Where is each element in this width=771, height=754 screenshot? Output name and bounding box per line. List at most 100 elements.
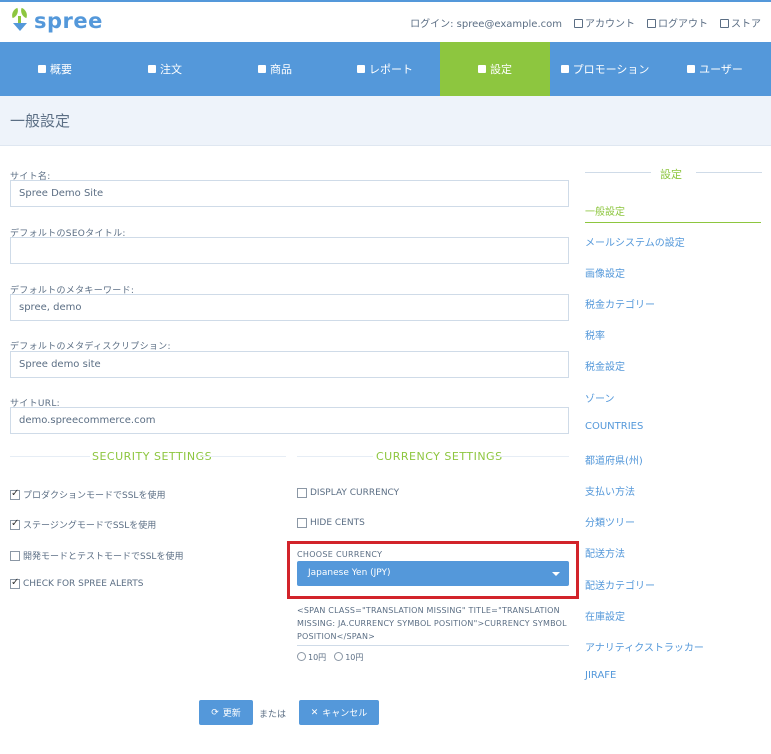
sidebar-item-tax-categories[interactable]: 税金カテゴリー [585,296,655,311]
ssl-staging-checkbox[interactable]: ステージングモードでSSLを使用 [10,518,156,531]
currency-select[interactable]: Japanese Yen (JPY) [297,561,569,586]
sidebar-item-zones[interactable]: ゾーン [585,390,615,405]
nav-orders[interactable]: 注文 [110,42,220,96]
page-header: 一般設定 [0,96,771,146]
meta-keywords-input[interactable] [10,294,569,321]
bullhorn-icon [560,65,569,73]
ssl-production-checkbox[interactable]: プロダクションモードでSSLを使用 [10,488,165,501]
user-icon [687,65,696,73]
refresh-icon: ⟳ [211,707,219,718]
nav-overview-label: 概要 [50,63,72,76]
sidebar-item-general-settings[interactable]: 一般設定 [585,203,625,218]
report-icon [357,65,365,73]
checkbox-checked-icon [10,488,20,500]
ssl-dev-test-label: 開発モードとテストモードでSSLを使用 [23,552,184,562]
nav-products[interactable]: 商品 [220,42,330,96]
sidebar-item-mail-methods[interactable]: メールシステムの設定 [585,234,685,249]
close-icon: ✕ [310,707,319,718]
logout-icon [647,19,656,28]
ssl-staging-label: ステージングモードでSSLを使用 [23,521,157,531]
sidebar-item-stock-settings[interactable]: 在庫設定 [585,608,625,623]
checkbox-unchecked-icon [10,550,20,561]
currency-symbol-position-label: <SPAN CLASS="TRANSLATION MISSING" TITLE=… [297,606,567,641]
sidebar-item-shipping-categories[interactable]: 配送カテゴリー [585,577,655,592]
chevron-down-icon [552,572,560,576]
radio-icon [297,652,306,661]
ssl-dev-test-checkbox[interactable]: 開発モードとテストモードでSSLを使用 [10,549,183,562]
sidebar-item-analytics-trackers[interactable]: アナリティクストラッカー [585,639,704,654]
security-divider-right [202,456,286,457]
nav-configuration-label: 設定 [490,63,512,76]
spree-alerts-checkbox[interactable]: CHECK FOR SPREE ALERTS [10,577,143,589]
site-name-input[interactable] [10,180,569,207]
dashboard-icon [38,65,46,73]
update-label: 更新 [222,709,241,719]
sidebar-item-states[interactable]: 都道府県(州) [585,452,643,467]
position-before-label: 10円 [308,653,327,662]
nav-users[interactable]: ユーザー [660,42,770,96]
page-title: 一般設定 [10,112,71,130]
wrench-icon [478,65,486,73]
security-settings-heading: SECURITY SETTINGS [92,450,213,463]
external-link-icon [720,19,729,28]
logout-label: ログアウト [658,19,708,30]
position-before-radio[interactable]: 10円 [297,652,326,663]
currency-divider-left [297,456,373,457]
cancel-label: キャンセル [322,709,368,719]
sidebar-heading: 設定 [660,168,682,181]
display-currency-checkbox[interactable]: DISPLAY CURRENCY [297,488,399,498]
position-after-radio[interactable]: 10円 [334,652,363,663]
meta-description-input[interactable] [10,351,569,378]
brand-name: spree [34,9,103,33]
account-label: アカウント [585,19,635,30]
spree-logo[interactable]: spree [9,7,103,33]
nav-configuration[interactable]: 設定 [440,42,550,104]
position-after-label: 10円 [345,653,364,662]
store-link[interactable]: ストア [720,15,761,30]
hide-cents-label: HIDE CENTS [310,518,365,528]
login-status: ログイン: spree@example.com [410,19,562,30]
top-links: ログイン: spree@example.com アカウント ログアウト ストア [410,15,761,30]
account-link[interactable]: アカウント [574,15,635,30]
cart-icon [148,65,156,73]
or-text: または [259,710,287,720]
nav-promotions-label: プロモーション [572,63,650,76]
sidebar-item-tax-rates[interactable]: 税率 [585,327,605,342]
currency-position-options: 10円 10円 [297,652,363,663]
sidebar-divider-left [585,172,651,173]
nav-overview[interactable]: 概要 [0,42,110,96]
update-button[interactable]: ⟳ 更新 [199,700,253,725]
sidebar-item-taxonomies[interactable]: 分類ツリー [585,514,635,529]
checkbox-unchecked-icon [297,518,307,528]
sidebar-item-countries[interactable]: COUNTRIES [585,421,643,432]
sidebar-item-shipping-methods[interactable]: 配送方法 [585,545,625,560]
user-icon [574,19,583,28]
display-currency-label: DISPLAY CURRENCY [310,488,400,498]
seo-title-input[interactable] [10,237,569,264]
currency-position-divider [297,645,569,646]
sidebar-item-image-settings[interactable]: 画像設定 [585,265,625,280]
currency-selected-value: Japanese Yen (JPY) [308,568,391,578]
ssl-production-label: プロダクションモードでSSLを使用 [23,491,166,501]
site-url-input[interactable] [10,407,569,434]
choose-currency-label: CHOOSE CURRENCY [297,550,383,559]
grid-icon [258,65,266,73]
checkbox-unchecked-icon [297,488,307,498]
checkbox-checked-icon [10,577,20,589]
spree-logo-icon [9,7,30,33]
nav-users-label: ユーザー [699,63,743,76]
checkbox-checked-icon [10,518,20,530]
sidebar-item-jirafe[interactable]: JIRAFE [585,670,616,681]
sidebar-item-tax-settings[interactable]: 税金設定 [585,358,625,373]
sidebar-item-payment-methods[interactable]: 支払い方法 [585,483,635,498]
nav-promotions[interactable]: プロモーション [550,42,660,96]
logout-link[interactable]: ログアウト [647,15,708,30]
main-nav: 概要 注文 商品 レポート 設定 プロモーション ユーザー [0,42,771,104]
cancel-button[interactable]: ✕ キャンセル [299,700,379,725]
sidebar-active-underline [585,222,761,223]
top-bar: spree ログイン: spree@example.com アカウント ログアウ… [0,0,771,42]
store-label: ストア [731,19,761,30]
hide-cents-checkbox[interactable]: HIDE CENTS [297,518,365,528]
security-divider-left [10,456,90,457]
nav-reports[interactable]: レポート [330,42,440,96]
